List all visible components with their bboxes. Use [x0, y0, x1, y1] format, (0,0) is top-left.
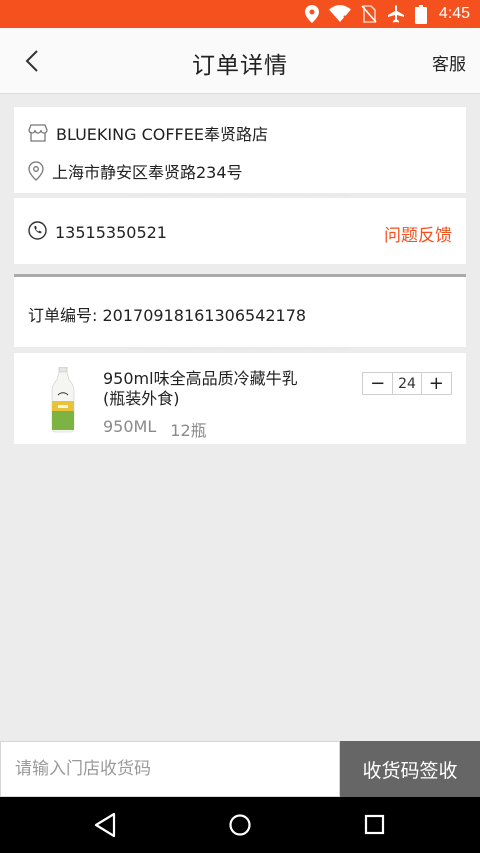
triangle-back-icon: [94, 812, 116, 838]
wifi-icon: [328, 5, 351, 23]
location-icon: [304, 5, 319, 23]
airplane-icon: [387, 5, 405, 23]
circle-home-icon: [229, 814, 251, 836]
decrease-button[interactable]: −: [363, 373, 392, 394]
nav-back-button[interactable]: [92, 811, 118, 843]
store-info-card: BLUEKING COFFEE奉贤路店 上海市静安区奉贤路234号: [14, 107, 466, 193]
product-name: 950ml味全高品质冷藏牛乳(瓶装外食): [103, 369, 298, 408]
store-name: BLUEKING COFFEE奉贤路店: [56, 125, 268, 144]
product-spec: 950ML 12瓶: [103, 417, 207, 441]
contact-card: 13515350521 问题反馈: [14, 198, 466, 264]
store-name-row: BLUEKING COFFEE奉贤路店: [28, 121, 268, 145]
product-volume: 950ML: [103, 417, 157, 436]
status-bar: 4:45: [0, 0, 480, 28]
square-recents-icon: [364, 814, 385, 835]
app-header: 订单详情 客服: [0, 28, 480, 94]
phone-row: 13515350521: [28, 221, 167, 244]
pickup-code-input[interactable]: [0, 741, 340, 797]
divider: [130, 194, 350, 196]
product-item: 950ml味全高品质冷藏牛乳(瓶装外食) 950ML 12瓶 − 24 +: [14, 353, 466, 444]
order-number-card: 订单编号: 20170918161306542178: [14, 277, 466, 347]
phone-number[interactable]: 13515350521: [55, 223, 167, 242]
system-nav-bar: [0, 797, 480, 853]
increase-button[interactable]: +: [422, 373, 451, 394]
page-title: 订单详情: [192, 53, 288, 79]
bottom-action-bar: 收货码签收: [0, 741, 480, 797]
nav-home-button[interactable]: [227, 811, 253, 843]
order-number: 订单编号: 20170918161306542178: [28, 302, 306, 326]
no-sim-icon: [361, 5, 377, 23]
customer-service-button[interactable]: 客服: [432, 50, 466, 75]
order-number-value: 20170918161306542178: [102, 306, 307, 325]
nav-recents-button[interactable]: [362, 811, 388, 843]
clock: 4:45: [438, 5, 470, 22]
order-number-label: 订单编号:: [28, 306, 98, 325]
shop-icon: [28, 124, 48, 142]
product-count: 12瓶: [170, 421, 207, 440]
feedback-link[interactable]: 问题反馈: [384, 221, 452, 246]
store-address: 上海市静安区奉贤路234号: [52, 163, 243, 182]
map-pin-icon: [28, 161, 44, 181]
battery-icon: [414, 4, 427, 24]
product-image: [50, 366, 76, 437]
quantity-stepper: − 24 +: [362, 372, 452, 395]
sign-receipt-button[interactable]: 收货码签收: [340, 741, 480, 797]
quantity-value[interactable]: 24: [392, 373, 422, 394]
store-address-row: 上海市静安区奉贤路234号: [28, 159, 243, 183]
divider: [130, 348, 350, 350]
phone-icon: [28, 221, 47, 244]
